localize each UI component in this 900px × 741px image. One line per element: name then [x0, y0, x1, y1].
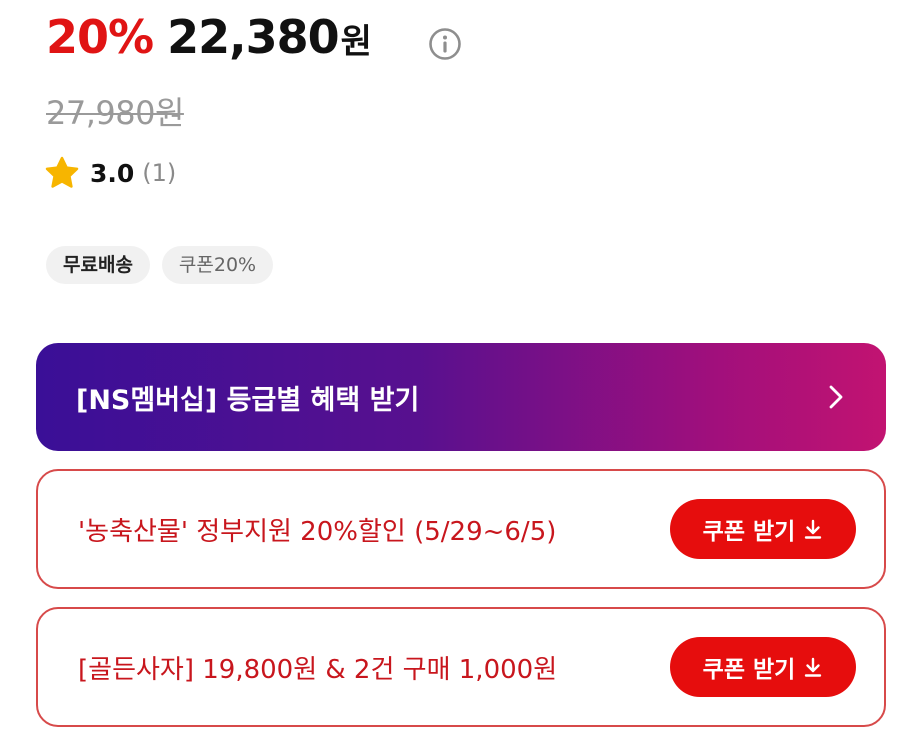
rating-score: 3.0 — [90, 158, 135, 188]
membership-banner-label: [NS멤버십] 등급별 혜택 받기 — [76, 384, 420, 416]
star-icon — [45, 156, 79, 188]
coupon-card: '농축산물' 정부지원 20%할인 (5/29~6/5) 쿠폰 받기 — [36, 469, 886, 589]
rating-row[interactable]: 3.0 (1) — [44, 155, 176, 191]
sale-price: 22,380 — [167, 10, 340, 64]
coupon-description: [골든사자] 19,800원 & 2건 구매 1,000원 — [78, 654, 558, 685]
get-coupon-button[interactable]: 쿠폰 받기 — [670, 637, 856, 697]
free-shipping-chip: 무료배송 — [46, 246, 150, 284]
info-icon[interactable] — [428, 27, 462, 61]
get-coupon-button[interactable]: 쿠폰 받기 — [670, 499, 856, 559]
chevron-right-icon — [829, 385, 843, 409]
benefit-chips: 무료배송 쿠폰20% — [46, 246, 274, 284]
discount-rate: 20% — [46, 10, 154, 64]
download-icon — [805, 657, 822, 677]
coupon-description: '농축산물' 정부지원 20%할인 (5/29~6/5) — [78, 516, 557, 547]
original-price: 27,980원 — [46, 94, 184, 132]
price-row: 20% 22,380 원 — [46, 10, 372, 72]
membership-banner[interactable]: [NS멤버십] 등급별 혜택 받기 — [36, 343, 886, 451]
coupon-card: [골든사자] 19,800원 & 2건 구매 1,000원 쿠폰 받기 — [36, 607, 886, 727]
get-coupon-button-label: 쿠폰 받기 — [702, 657, 796, 683]
download-icon — [805, 519, 822, 539]
review-count: (1) — [142, 159, 177, 187]
coupon-chip: 쿠폰20% — [161, 246, 274, 284]
get-coupon-button-label: 쿠폰 받기 — [702, 519, 796, 545]
currency-unit: 원 — [340, 22, 372, 62]
